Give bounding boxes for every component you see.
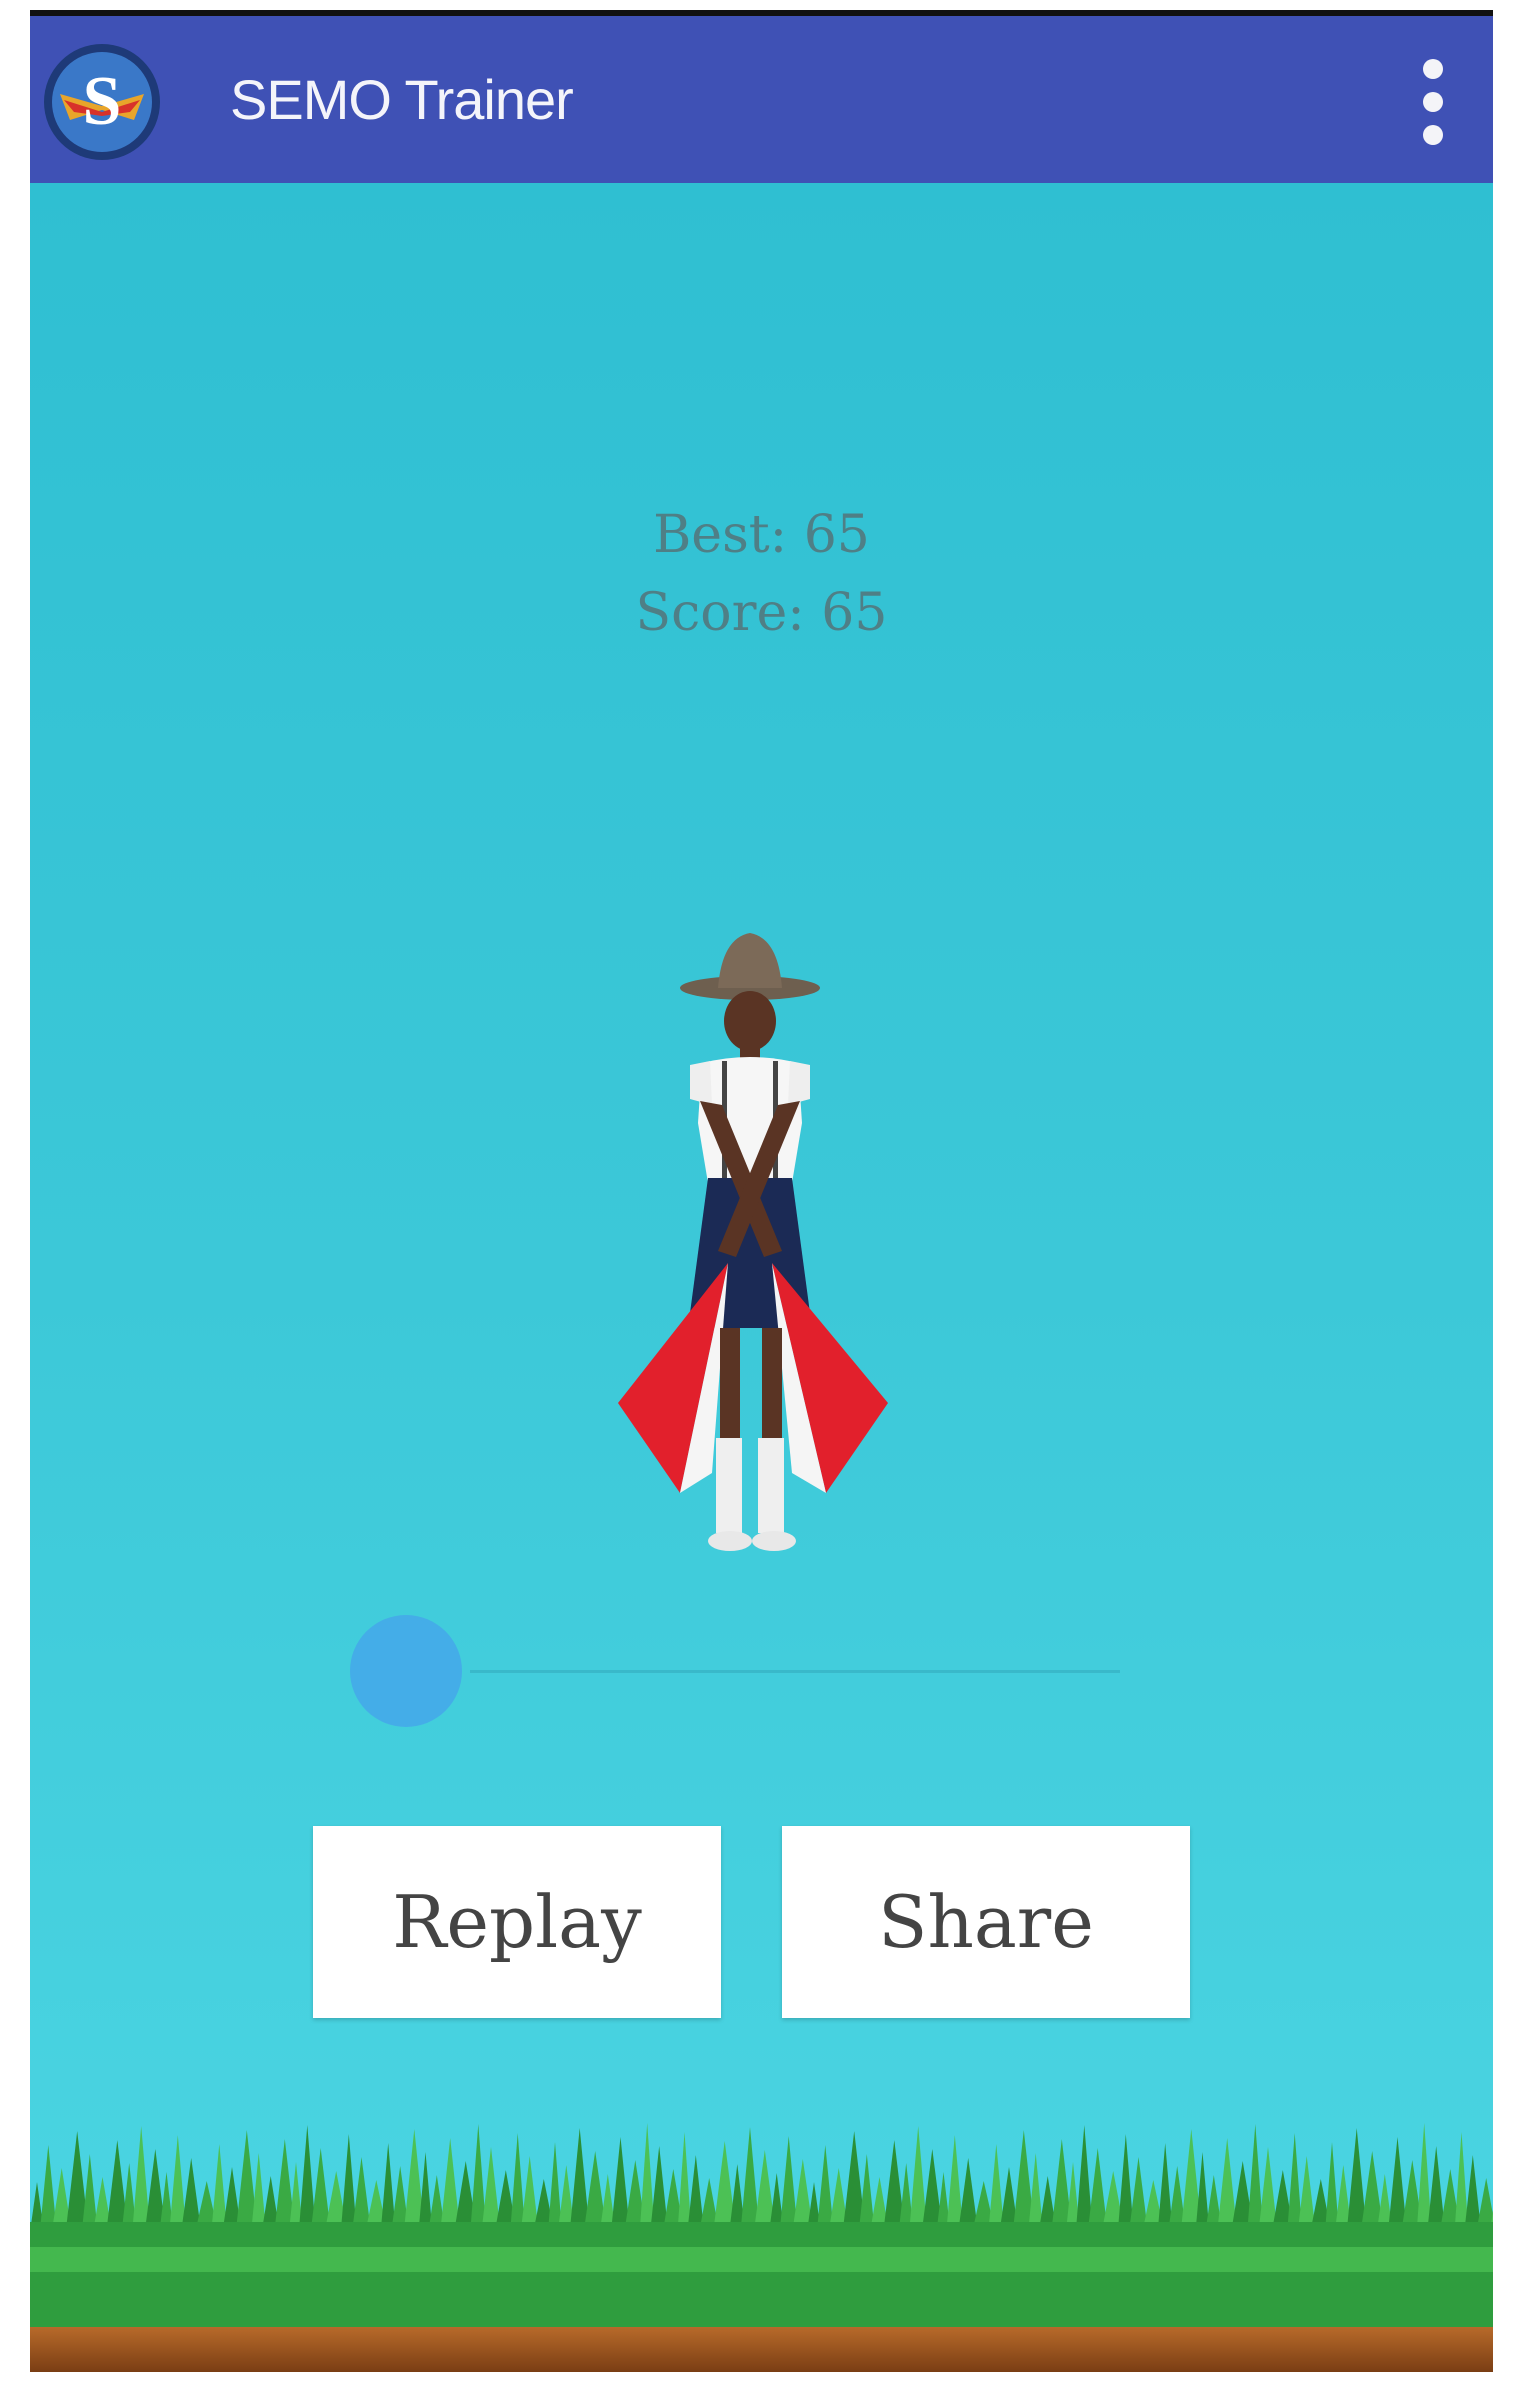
slider-thumb[interactable] — [350, 1615, 462, 1727]
phone-screen: S SEMO Trainer Best: 65 Score: 65 Replay… — [30, 10, 1493, 2372]
slider-track[interactable] — [470, 1670, 1120, 1673]
semo-logo-icon[interactable]: S — [42, 42, 162, 162]
menu-dot — [1423, 125, 1443, 145]
replay-button[interactable]: Replay — [313, 1826, 721, 2018]
current-score: Score: 65 — [635, 583, 888, 643]
svg-text:S: S — [83, 63, 122, 140]
app-title: SEMO Trainer — [230, 68, 574, 131]
scout-character-image — [618, 933, 888, 1551]
menu-dot — [1423, 92, 1443, 112]
menu-dot — [1423, 59, 1443, 79]
overflow-menu-icon[interactable] — [1413, 54, 1453, 150]
best-score: Best: 65 — [653, 505, 870, 565]
app-bar: S SEMO Trainer — [30, 16, 1493, 183]
game-area: Best: 65 Score: 65 Replay Share — [30, 183, 1493, 2372]
share-button[interactable]: Share — [782, 1826, 1190, 2018]
grass-ground — [30, 2123, 1493, 2372]
